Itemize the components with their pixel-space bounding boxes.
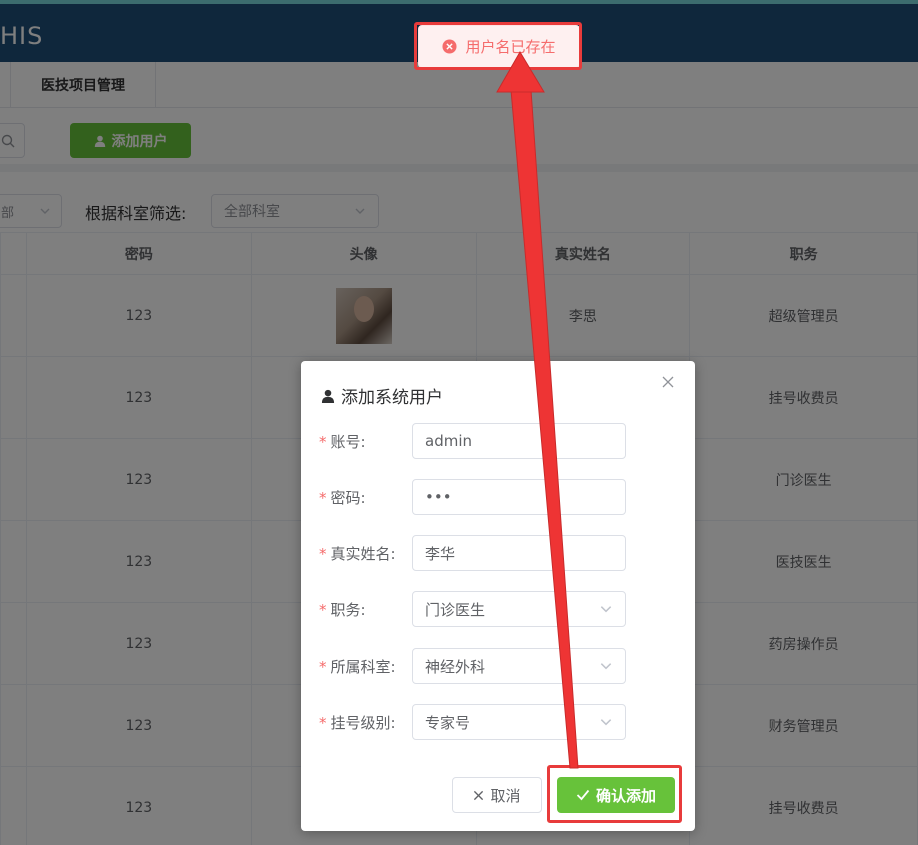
required-mark: * [319, 489, 327, 507]
form-select[interactable]: 专家号 [412, 704, 626, 740]
form-value: ••• [425, 488, 452, 506]
required-mark: * [319, 433, 327, 451]
form-item: * 所属科室: 神经外科 [319, 648, 679, 684]
form-select[interactable]: 神经外科 [412, 648, 626, 684]
form-label-text: 密码: [330, 489, 366, 507]
form-value: 李华 [425, 544, 456, 563]
close-icon [474, 790, 484, 800]
form-value: admin [425, 432, 472, 450]
form-value: 神经外科 [425, 657, 486, 676]
add-system-user-dialog: 添加系统用户 * 账号: admin * 密码: ••• * 真实姓名: 李华 * 职务: 门诊医生 *… [301, 361, 695, 831]
annotation-highlight-toast [414, 22, 582, 70]
password-input[interactable]: ••• [412, 479, 626, 515]
form-label: * 账号: [319, 431, 411, 452]
form-label-text: 账号: [330, 433, 366, 451]
chevron-down-icon [600, 606, 612, 613]
dialog-title-text: 添加系统用户 [341, 388, 443, 408]
dialog-title: 添加系统用户 [321, 383, 443, 408]
form-item: * 职务: 门诊医生 [319, 591, 679, 627]
form-label: * 职务: [319, 599, 411, 620]
form-input[interactable]: admin [412, 423, 626, 459]
form-item: * 账号: admin [319, 423, 679, 459]
form-select[interactable]: 门诊医生 [412, 591, 626, 627]
required-mark: * [319, 545, 327, 563]
form-label-text: 挂号级别: [330, 714, 396, 732]
chevron-down-icon [600, 719, 612, 726]
form-input[interactable]: 李华 [412, 535, 626, 571]
annotation-highlight-confirm [547, 765, 682, 823]
cancel-label: 取消 [490, 786, 521, 805]
form-value: 门诊医生 [425, 600, 486, 619]
required-mark: * [319, 601, 327, 619]
form-label: * 真实姓名: [319, 543, 411, 564]
cancel-button[interactable]: 取消 [452, 777, 542, 813]
form-item: * 真实姓名: 李华 [319, 535, 679, 571]
form-item: * 挂号级别: 专家号 [319, 704, 679, 740]
form-label-text: 职务: [330, 601, 366, 619]
user-icon [321, 389, 335, 403]
form-label: * 挂号级别: [319, 712, 411, 733]
form-label: * 密码: [319, 487, 411, 508]
form-label-text: 真实姓名: [330, 545, 396, 563]
form-label: * 所属科室: [319, 656, 411, 677]
form-item: * 密码: ••• [319, 479, 679, 515]
chevron-down-icon [600, 663, 612, 670]
required-mark: * [319, 658, 327, 676]
form-value: 专家号 [425, 713, 471, 732]
close-icon[interactable] [659, 375, 677, 393]
form-label-text: 所属科室: [330, 658, 396, 676]
required-mark: * [319, 714, 327, 732]
